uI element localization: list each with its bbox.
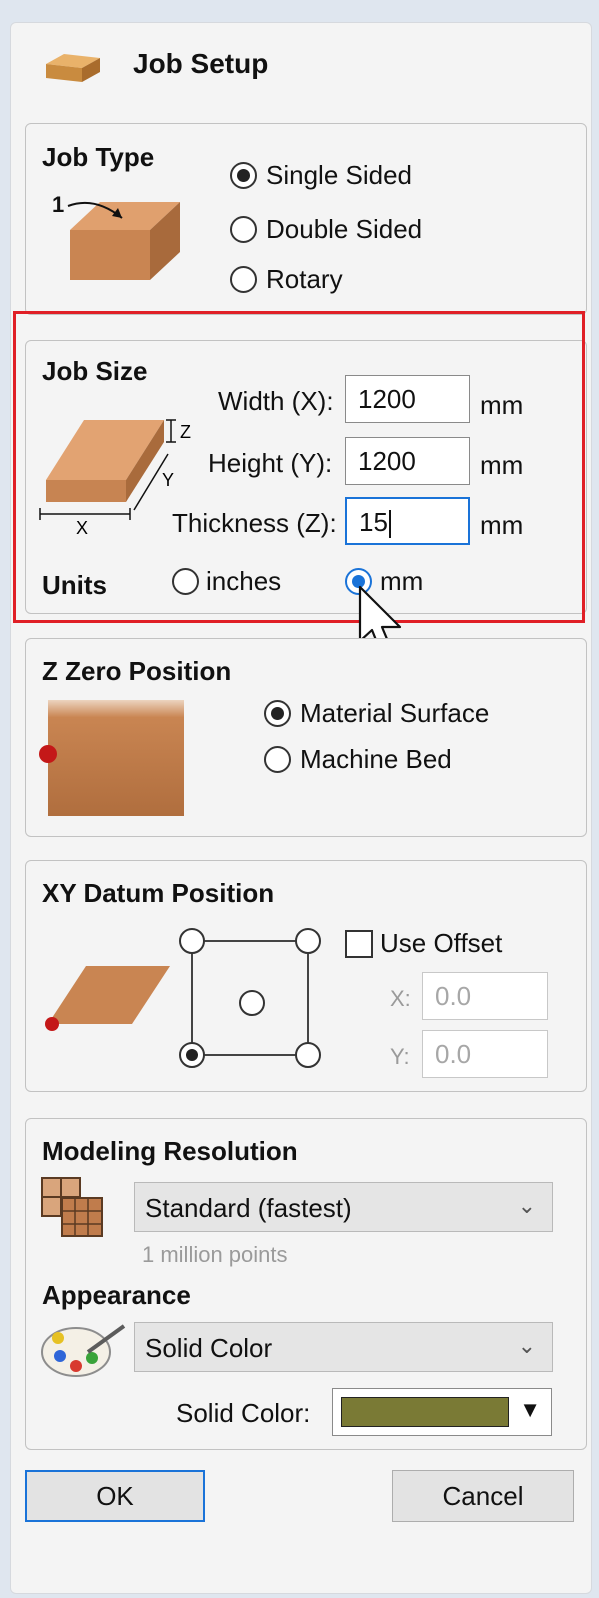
appearance-value: Solid Color: [145, 1333, 273, 1363]
solid-color-picker[interactable]: ▼: [332, 1388, 552, 1436]
use-offset-checkbox[interactable]: [345, 930, 373, 958]
machine-bed-radio[interactable]: [264, 746, 291, 773]
use-offset-label: Use Offset: [380, 928, 503, 958]
z-zero-title: Z Zero Position: [42, 656, 232, 686]
color-swatch: [341, 1397, 509, 1427]
offset-y-input[interactable]: 0.0: [422, 1030, 548, 1078]
machine-bed-label: Machine Bed: [300, 744, 452, 774]
appearance-select[interactable]: Solid Color ⌄: [134, 1322, 553, 1372]
offset-x-label: X:: [390, 986, 411, 1011]
side-number-label: 1: [52, 192, 64, 217]
single-sided-label: Single Sided: [266, 160, 412, 190]
caret-down-icon: ▼: [519, 1397, 541, 1422]
palette-icon: [41, 1324, 126, 1377]
datum-point-grid: [179, 928, 321, 1068]
xy-datum-title: XY Datum Position: [42, 878, 275, 908]
rotary-radio[interactable]: [230, 266, 257, 293]
resolution-hint: 1 million points: [142, 1242, 288, 1267]
datum-top-right-radio[interactable]: [295, 928, 321, 954]
datum-top-left-radio[interactable]: [179, 928, 205, 954]
offset-x-input[interactable]: 0.0: [422, 972, 548, 1020]
double-sided-radio[interactable]: [230, 216, 257, 243]
offset-y-label: Y:: [390, 1044, 410, 1069]
rotary-label: Rotary: [266, 264, 343, 294]
ok-button[interactable]: OK: [25, 1470, 205, 1522]
single-sided-radio[interactable]: [230, 162, 257, 189]
xy-datum-diagram-icon: [45, 966, 170, 1031]
appearance-title: Appearance: [42, 1280, 191, 1310]
single-sided-diagram-icon: 1: [52, 192, 180, 280]
modeling-title: Modeling Resolution: [42, 1136, 298, 1166]
material-surface-label: Material Surface: [300, 698, 490, 728]
page-title: Job Setup: [133, 48, 269, 79]
datum-bottom-right-radio[interactable]: [295, 1042, 321, 1068]
z-zero-diagram-icon: [39, 700, 184, 816]
resolution-value: Standard (fastest): [145, 1193, 352, 1223]
resolution-select[interactable]: Standard (fastest) ⌄: [134, 1182, 553, 1232]
wood-block-icon: [46, 54, 100, 82]
cancel-button[interactable]: Cancel: [392, 1470, 574, 1522]
resolution-grid-icon: [41, 1177, 103, 1237]
double-sided-label: Double Sided: [266, 214, 423, 244]
chevron-down-icon: ⌄: [517, 1193, 536, 1218]
job-type-title: Job Type: [42, 142, 155, 172]
job-size-highlight: [13, 311, 585, 623]
solid-color-label: Solid Color:: [176, 1398, 311, 1428]
material-surface-radio[interactable]: [264, 700, 291, 727]
chevron-down-icon: ⌄: [517, 1333, 536, 1358]
datum-center-radio[interactable]: [239, 990, 265, 1016]
